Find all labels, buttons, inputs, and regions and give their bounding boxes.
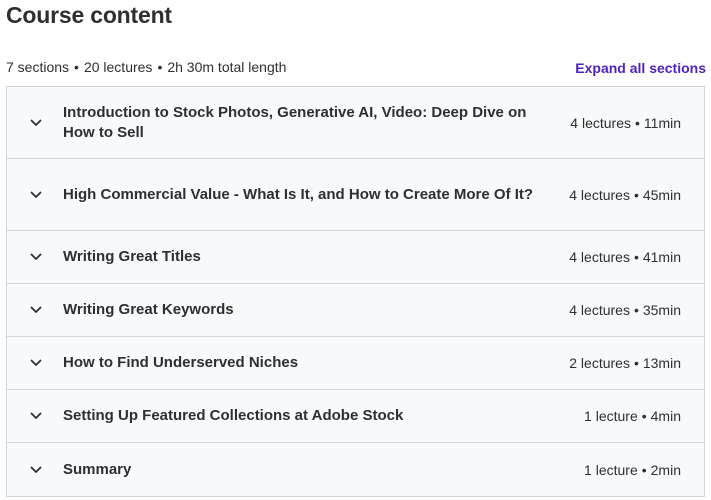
section-row[interactable]: Setting Up Featured Collections at Adobe… xyxy=(7,390,704,443)
section-meta: 4 lectures • 41min xyxy=(569,249,704,265)
course-summary-row: 7 sections • 20 lectures • 2h 30m total leng… xyxy=(6,57,706,77)
section-duration: 11min xyxy=(643,114,681,131)
section-duration: 41min xyxy=(642,249,681,265)
section-lecture-count: 4 lectures xyxy=(569,186,630,203)
section-row[interactable]: Writing Great Keywords 4 lectures • 35min xyxy=(7,284,704,337)
sections-count: 7 sections xyxy=(6,59,70,75)
section-meta: 4 lectures • 45min xyxy=(569,187,704,203)
section-lecture-count: 2 lectures xyxy=(569,355,630,371)
section-lecture-count: 4 lectures xyxy=(569,249,630,265)
chevron-down-icon xyxy=(7,412,63,420)
separator-dot: • xyxy=(635,114,640,131)
section-meta: 1 lecture • 4min xyxy=(584,408,704,424)
section-title: Setting Up Featured Collections at Adobe… xyxy=(63,407,404,424)
section-meta: 4 lectures • 35min xyxy=(569,302,704,318)
section-duration: 45min xyxy=(642,186,681,203)
section-duration: 13min xyxy=(642,355,681,371)
section-lecture-count: 1 lecture xyxy=(584,461,638,478)
section-title: Writing Great Titles xyxy=(63,248,201,265)
page-title: Course content xyxy=(6,2,172,28)
section-meta: 2 lectures • 13min xyxy=(569,355,704,371)
separator-dot: • xyxy=(641,461,647,478)
expand-all-sections-button[interactable]: Expand all sections xyxy=(575,60,706,76)
section-title: High Commercial Value - What Is It, and … xyxy=(63,185,534,203)
section-meta: 4 lectures • 11min xyxy=(570,115,704,131)
section-lecture-count: 4 lectures xyxy=(570,114,631,131)
section-row[interactable]: How to Find Underserved Niches 2 lecture… xyxy=(7,337,704,390)
section-duration: 35min xyxy=(642,302,681,318)
separator-dot: • xyxy=(641,408,647,424)
section-row[interactable]: Summary 1 lecture • 2min xyxy=(7,443,704,496)
chevron-down-icon xyxy=(7,306,63,314)
section-title: Introduction to Stock Photos, Generative… xyxy=(63,103,527,141)
sections-list: Introduction to Stock Photos, Generative… xyxy=(6,86,705,497)
chevron-down-icon xyxy=(7,359,63,367)
section-duration: 4min xyxy=(650,408,681,424)
separator-dot: • xyxy=(633,302,639,318)
separator-dot: • xyxy=(74,59,79,75)
separator-dot: • xyxy=(633,186,639,203)
chevron-down-icon xyxy=(7,191,63,199)
section-row[interactable]: High Commercial Value - What Is It, and … xyxy=(7,159,704,231)
chevron-down-icon xyxy=(7,119,63,127)
total-length: 2h 30m total length xyxy=(167,59,287,75)
section-row[interactable]: Introduction to Stock Photos, Generative… xyxy=(7,87,704,159)
separator-dot: • xyxy=(633,355,639,371)
course-summary: 7 sections • 20 lectures • 2h 30m total leng… xyxy=(6,59,286,75)
section-lecture-count: 4 lectures xyxy=(569,302,630,318)
section-meta: 1 lecture • 2min xyxy=(584,462,704,478)
section-row[interactable]: Writing Great Titles 4 lectures • 41min xyxy=(7,231,704,284)
separator-dot: • xyxy=(157,59,163,75)
lectures-count: 20 lectures xyxy=(83,59,153,75)
section-duration: 2min xyxy=(650,461,681,478)
chevron-down-icon xyxy=(7,253,63,261)
separator-dot: • xyxy=(633,249,639,265)
section-title: Writing Great Keywords xyxy=(63,301,234,318)
section-title: How to Find Underserved Niches xyxy=(63,354,299,371)
section-title: Summary xyxy=(63,460,132,478)
chevron-down-icon xyxy=(7,466,63,474)
section-lecture-count: 1 lecture xyxy=(584,408,638,424)
